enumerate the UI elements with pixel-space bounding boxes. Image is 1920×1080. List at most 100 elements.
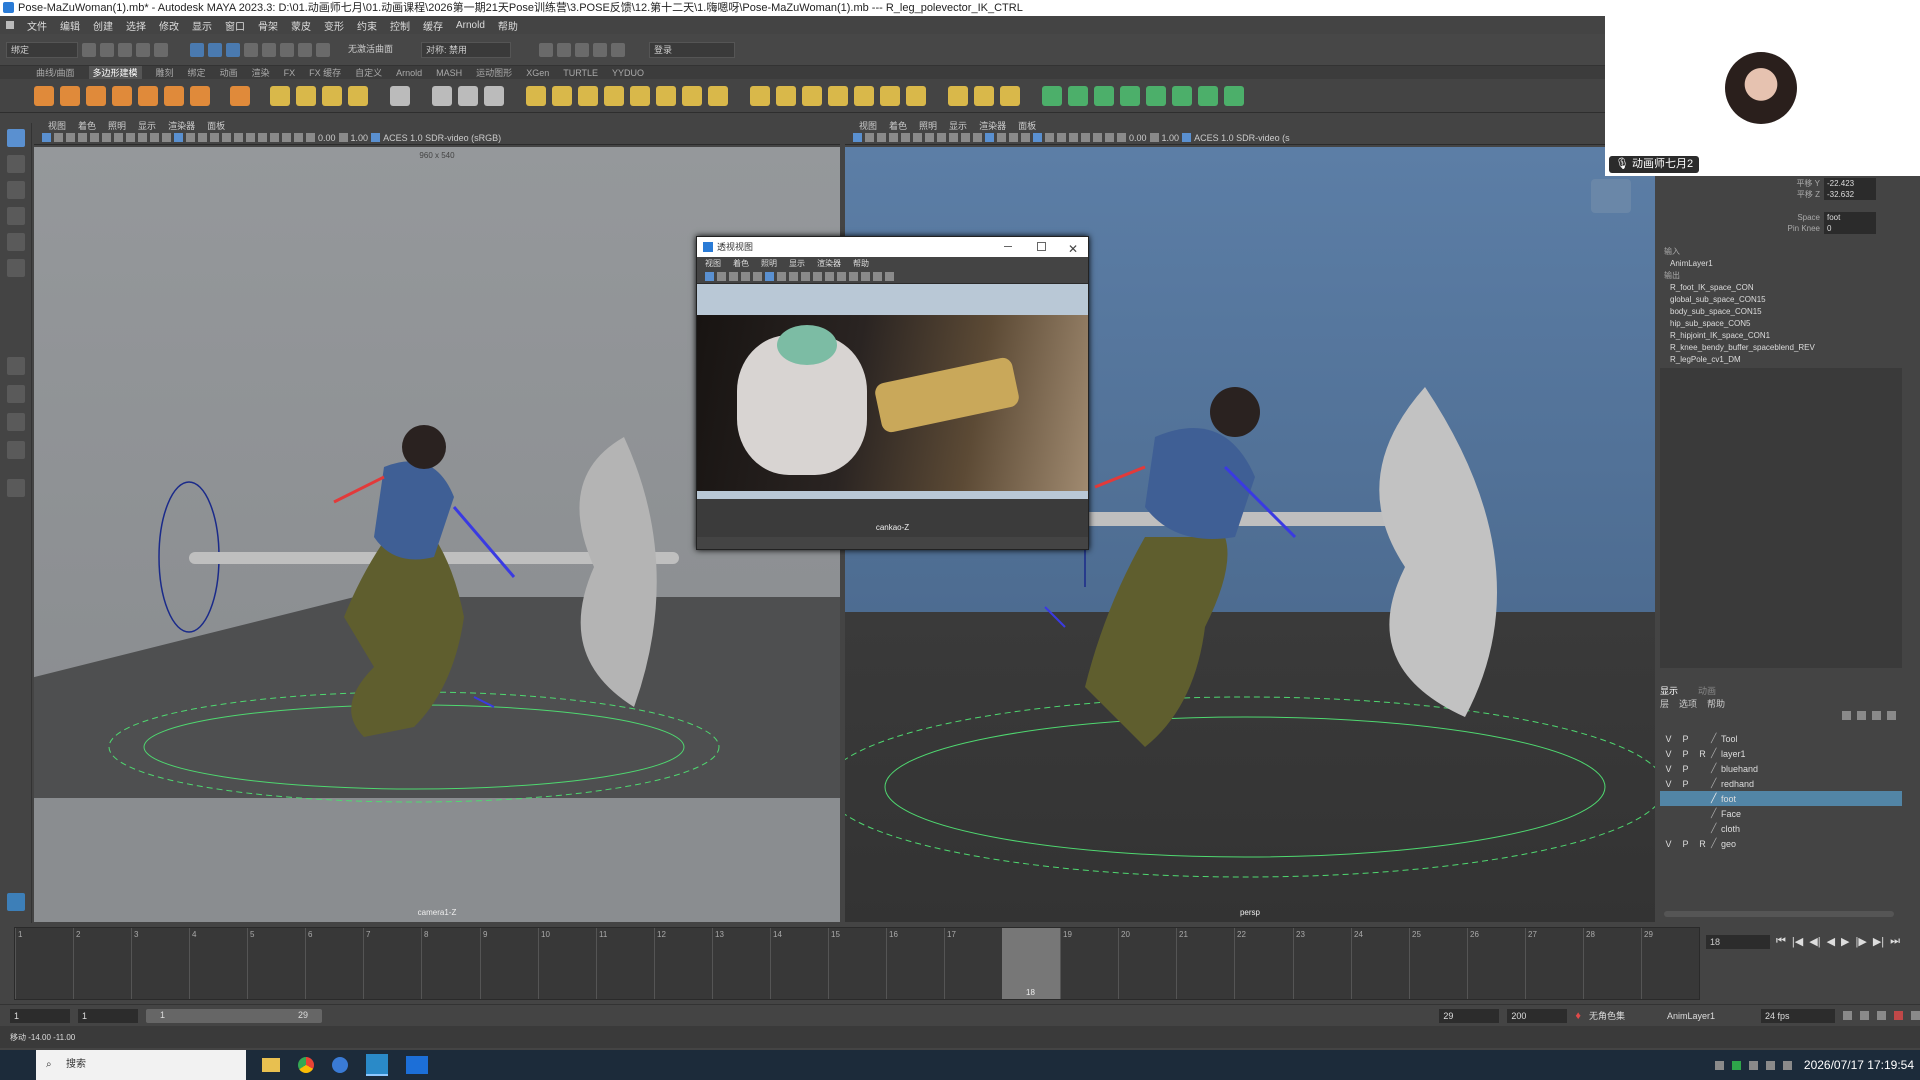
menu-display[interactable]: 显示 [192,18,212,33]
resolution-gate-icon[interactable] [114,133,123,142]
field-chart-icon[interactable] [138,133,147,142]
new-layer-icon[interactable] [1872,711,1881,720]
layer-row[interactable]: V P ╱ redhand [1660,776,1902,791]
sound-icon[interactable] [1877,1011,1886,1020]
gamma-field[interactable]: 1.00 [1162,133,1180,143]
measure-icon[interactable] [974,85,994,106]
xray-icon[interactable] [234,133,243,142]
home-icon[interactable] [6,21,14,29]
anim-start-field[interactable]: 1 [10,1008,70,1023]
step-forward-frame-icon[interactable]: |▶ [1856,935,1867,948]
poly-plane-icon[interactable] [164,85,184,106]
tab-anim[interactable]: 动画 [1698,684,1716,697]
shelf-tab-sculpt[interactable]: 雕刻 [156,66,174,79]
shelf-tab-fx-cache[interactable]: FX 缓存 [309,66,341,79]
open-scene-icon[interactable] [100,42,114,57]
anim-end-field[interactable]: 200 [1507,1008,1568,1023]
playback-start-field[interactable]: 1 [78,1008,138,1023]
time-slider[interactable]: 1234567891011121314151617181920212223242… [0,923,1920,1003]
bookmark-icon[interactable] [66,133,75,142]
new-layer-selected-icon[interactable] [1887,711,1896,720]
play-forward-icon[interactable]: ▶ [1841,935,1849,948]
move-tool-icon[interactable] [7,207,25,225]
poly-disc-icon[interactable] [190,85,210,106]
layer-row[interactable]: ╱ Face [1660,806,1902,821]
reduce-icon[interactable] [1000,85,1020,106]
file-explorer-icon[interactable] [262,1058,280,1072]
vp-menu-view[interactable]: 视图 [48,119,66,132]
poly-svg-icon[interactable] [348,85,368,106]
vp-menu-panels[interactable]: 面板 [207,119,225,132]
output-item[interactable]: body_sub_space_CON15 [1664,306,1896,318]
rotate-tool-icon[interactable] [7,233,25,251]
ssao-icon[interactable] [1069,133,1078,142]
poly-platonic-icon[interactable] [230,85,250,106]
minimize-icon[interactable] [1004,246,1012,247]
textured-icon[interactable] [813,272,822,281]
render-settings-icon[interactable] [593,42,608,57]
menu-help[interactable]: 帮助 [1707,697,1725,711]
menu-skin[interactable]: 蒙皮 [291,18,311,33]
aa-icon[interactable] [282,133,291,142]
step-back-frame-icon[interactable]: ◀| [1809,935,1820,948]
render-view-icon[interactable] [539,42,554,57]
isolate-icon[interactable] [222,133,231,142]
live-surface-field[interactable]: 无激活曲面 [344,42,397,58]
textured-icon[interactable] [997,133,1006,142]
four-pane-layout-icon[interactable] [7,385,25,403]
loop-icon[interactable] [1843,1011,1852,1020]
shelf-tab-curves[interactable]: 曲线/曲面 [36,66,75,79]
range-slider-bar[interactable]: 1 29 [146,1008,322,1023]
dof-icon[interactable] [294,133,303,142]
poly-helix-icon[interactable] [296,85,316,106]
wireframe-icon[interactable] [789,272,798,281]
menu-create[interactable]: 创建 [93,18,113,33]
menu-select[interactable]: 选择 [126,18,146,33]
login-dropdown[interactable]: 登录 [649,41,736,58]
snap-view-icon[interactable] [298,42,312,57]
edge-loop-icon[interactable] [828,85,848,106]
film-gate-icon[interactable] [913,133,922,142]
vp2-menu-show[interactable]: 显示 [949,119,967,132]
select-object-icon[interactable] [208,42,222,57]
grid-toggle-icon[interactable] [753,272,762,281]
poly-text-icon[interactable] [322,85,342,106]
menu-deform[interactable]: 变形 [324,18,344,33]
shelf-tab-poly[interactable]: 多边形建模 [88,66,142,79]
resolution-gate-icon[interactable] [777,272,786,281]
shadows-icon[interactable] [210,133,219,142]
planar-uv-icon[interactable] [1042,85,1062,106]
smooth-shade-icon[interactable] [174,133,183,142]
snap-grid-icon[interactable] [244,42,258,57]
lights-icon[interactable] [1009,133,1018,142]
menu-file[interactable]: 文件 [27,18,47,33]
aa-icon[interactable] [885,272,894,281]
target-weld-icon[interactable] [750,85,770,106]
poly-cube-icon[interactable] [60,85,80,106]
menu-constrain[interactable]: 约束 [357,18,377,33]
search-icon[interactable] [7,479,25,497]
film-gate-icon[interactable] [102,133,111,142]
poly-cylinder-icon[interactable] [86,85,106,106]
select-hierarchy-icon[interactable] [190,42,204,57]
output-item[interactable]: R_hipjoint_IK_space_CON1 [1664,330,1896,342]
camera-attr-icon[interactable] [717,272,726,281]
output-item[interactable]: R_foot_IK_space_CON [1664,282,1896,294]
maya-taskbar-icon[interactable] [366,1054,388,1076]
fps-dropdown[interactable]: 24 fps [1761,1008,1835,1023]
go-to-end-icon[interactable]: ⏭ [1890,935,1900,948]
chrome-icon[interactable] [298,1057,314,1073]
fv-menu-view[interactable]: 视图 [705,258,721,269]
snap-point-icon[interactable] [280,42,294,57]
menu-windows[interactable]: 窗口 [225,18,245,33]
gate-mask-icon[interactable] [126,133,135,142]
quad-draw-icon[interactable] [802,85,822,106]
ssao-icon[interactable] [873,272,882,281]
xray-joints-icon[interactable] [1057,133,1066,142]
extrude-icon[interactable] [604,85,624,106]
exposure-field[interactable]: 0.00 [1129,133,1147,143]
redo-icon[interactable] [154,42,168,57]
shelf-tab-animation[interactable]: 动画 [220,66,238,79]
menu-control[interactable]: 控制 [390,18,410,33]
offset-loop-icon[interactable] [854,85,874,106]
